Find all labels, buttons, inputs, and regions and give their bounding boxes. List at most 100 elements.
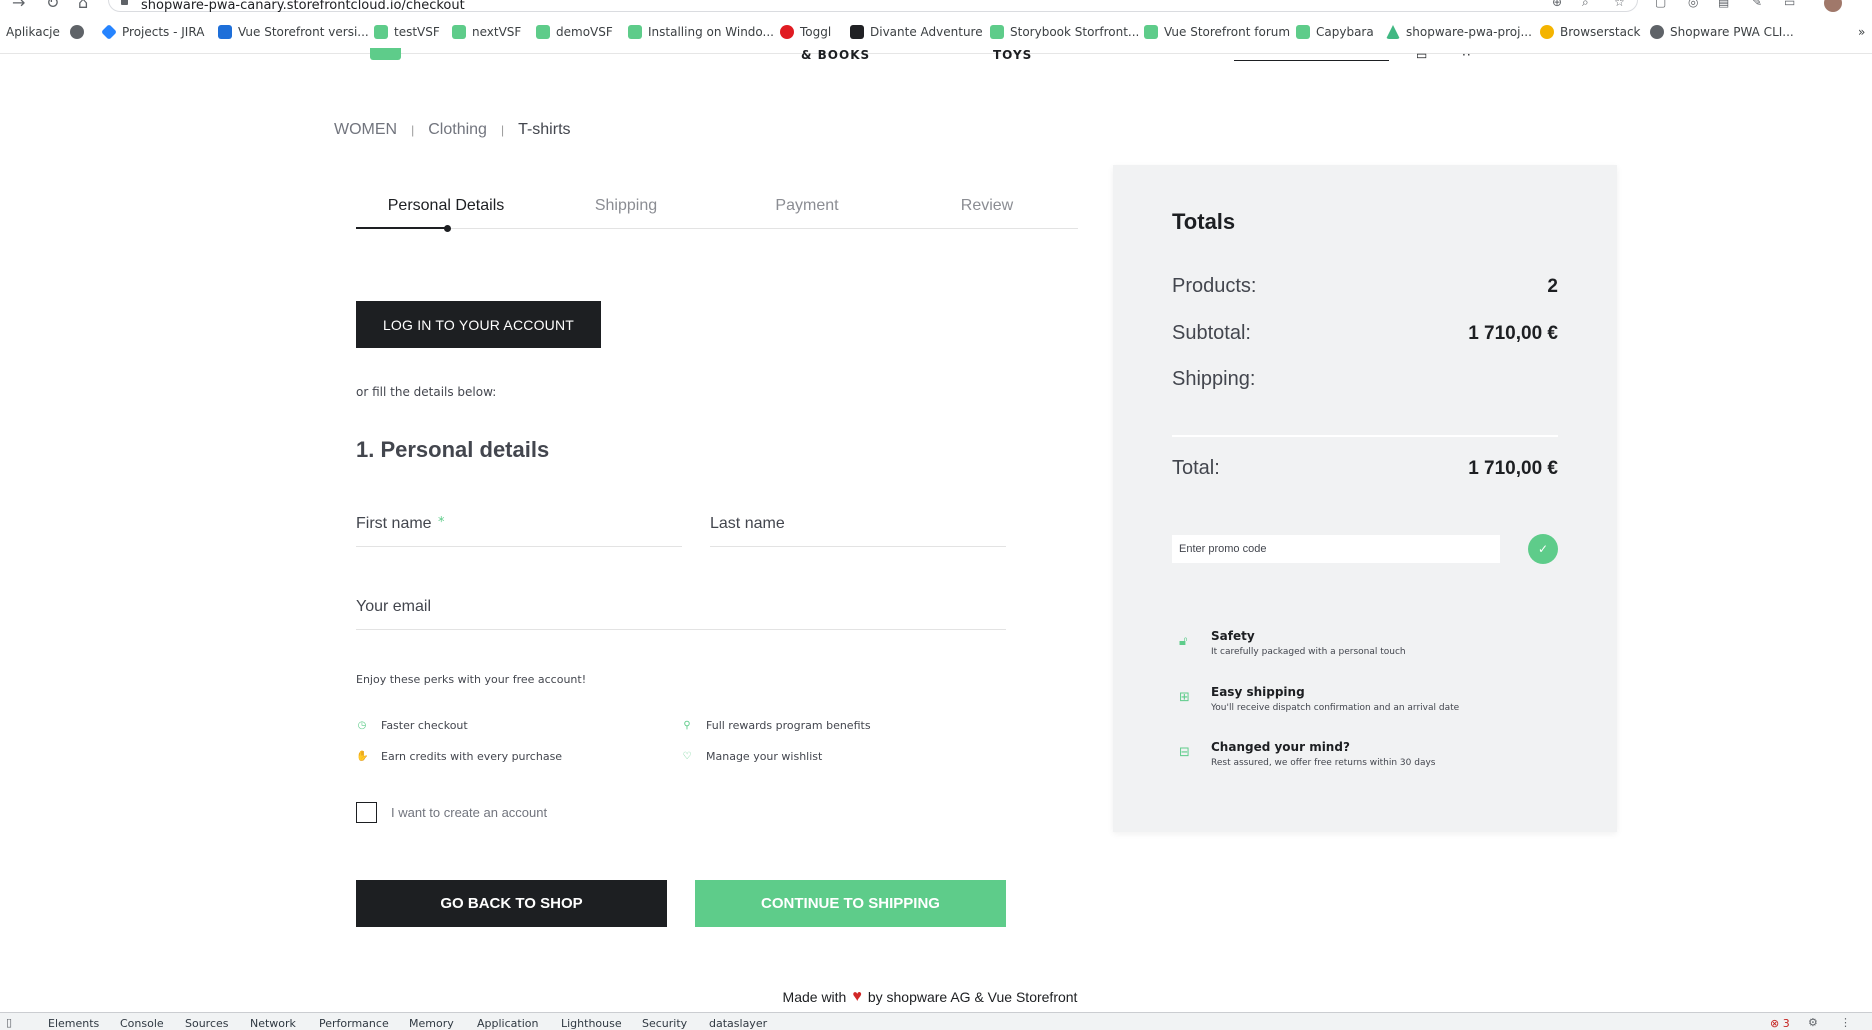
devtools-tab-network[interactable]: Network [250, 1017, 296, 1030]
more-icon[interactable]: ⋮ [1840, 1016, 1851, 1029]
heart-icon: ♥ [852, 988, 862, 1005]
continue-button[interactable]: CONTINUE TO SHIPPING [695, 880, 1006, 927]
email-input[interactable] [356, 590, 1006, 616]
settings-icon[interactable]: ⚙ [1808, 1016, 1818, 1029]
section-title: 1. Personal details [356, 437, 550, 462]
bookmark-label: Browserstack [1560, 25, 1641, 39]
bookmark-item[interactable]: testVSF [374, 25, 440, 39]
bookmark-item[interactable]: Installing on Windo... [628, 25, 774, 39]
nav-books[interactable]: & BOOKS [801, 48, 870, 62]
extension-icon[interactable]: ▭ [1784, 0, 1795, 9]
breadcrumb-women[interactable]: WOMEN [334, 121, 397, 139]
bookmark-item[interactable]: Divante Adventure [850, 25, 983, 39]
nav-toys[interactable]: TOYS [993, 48, 1032, 62]
bookmark-label: Projects - JIRA [122, 25, 205, 39]
bookmark-item[interactable]: Storybook Storfront... [990, 25, 1139, 39]
perk-label: Manage your wishlist [706, 750, 823, 763]
perks-title: Enjoy these perks with your free account… [356, 673, 587, 686]
bookmark-globe[interactable] [70, 25, 84, 39]
footer-credits: Made with ♥ by shopware AG & Vue Storefr… [0, 988, 1860, 1006]
perk-item: ◷ Faster checkout [356, 719, 468, 732]
check-icon: ✓ [1537, 542, 1549, 556]
devtools-tab-application[interactable]: Application [477, 1017, 538, 1030]
devtools-tabbar: ▯ Elements Console Sources Network Perfo… [0, 1012, 1872, 1030]
bookmark-item[interactable]: Toggl [780, 25, 831, 39]
devtools-tab-dataslayer[interactable]: dataslayer [709, 1017, 767, 1030]
bookmark-label: testVSF [394, 25, 440, 39]
cart-icon[interactable]: ·· [1462, 48, 1472, 62]
error-count-badge[interactable]: ⊗ 3 [1770, 1017, 1790, 1030]
devtools-tab-sources[interactable]: Sources [185, 1017, 229, 1030]
bookmark-item[interactable]: Capybara [1296, 25, 1374, 39]
profile-avatar[interactable] [1824, 0, 1842, 12]
clock-icon: ◷ [357, 720, 367, 731]
bookmark-item[interactable]: Shopware PWA CLI... [1650, 25, 1794, 39]
vsf-green-icon [1144, 25, 1158, 39]
extension-icon[interactable]: ✎ [1752, 0, 1762, 9]
divante-icon [850, 25, 864, 39]
home-icon[interactable]: ⌂ [78, 0, 88, 12]
perk-item: ✋ Earn credits with every purchase [356, 750, 562, 763]
reload-icon[interactable]: ↻ [46, 0, 59, 12]
property-description: You'll receive dispatch confirmation and… [1211, 703, 1460, 713]
bookmark-item[interactable]: Vue Storefront forum [1144, 25, 1290, 39]
go-back-button[interactable]: GO BACK TO SHOP [356, 880, 667, 927]
toggl-icon [780, 25, 794, 39]
star-icon[interactable]: ☆ [1614, 0, 1625, 9]
subtotal-row: Subtotal: 1 710,00 € [1172, 322, 1558, 345]
shipping-row: Shipping: [1172, 368, 1558, 391]
step-review[interactable]: Review [897, 197, 1077, 215]
last-name-input[interactable] [710, 507, 1006, 533]
devtools-tab-memory[interactable]: Memory [409, 1017, 454, 1030]
device-toggle-icon[interactable]: ▯ [6, 1016, 12, 1029]
bookmark-item[interactable]: shopware-pwa-proj... [1386, 25, 1532, 39]
bookmarks-overflow-icon[interactable]: » [1858, 25, 1865, 39]
promo-code-input[interactable] [1172, 535, 1500, 563]
property-shipping: ⊞ Easy shipping You'll receive dispatch … [1179, 685, 1459, 713]
products-label: Products: [1172, 275, 1257, 297]
bookmark-item[interactable]: Vue Storefront versi... [218, 25, 369, 39]
breadcrumb-separator: | [500, 123, 505, 137]
property-returns: ⊟ Changed your mind? Rest assured, we of… [1179, 740, 1436, 768]
first-name-field: * [356, 507, 682, 547]
zoom-icon[interactable]: ⌕ [1582, 0, 1589, 10]
devtools-tab-performance[interactable]: Performance [319, 1017, 389, 1030]
step-personal-details[interactable]: Personal Details [356, 197, 536, 215]
bookmark-label: Vue Storefront versi... [238, 25, 369, 39]
devtools-tab-lighthouse[interactable]: Lighthouse [561, 1017, 622, 1030]
bookmark-item[interactable]: Browserstack [1540, 25, 1640, 39]
devtools-tab-console[interactable]: Console [120, 1017, 164, 1030]
lock-icon [121, 0, 128, 5]
devtools-tab-security[interactable]: Security [642, 1017, 687, 1030]
shop-logo[interactable] [370, 48, 401, 60]
total-row: Total: 1 710,00 € [1172, 457, 1558, 480]
address-bar[interactable]: shopware-pwa-canary.storefrontcloud.io/c… [108, 0, 1638, 12]
bookmark-item[interactable]: demoVSF [536, 25, 613, 39]
required-mark: * [438, 515, 445, 530]
bookmark-label: Divante Adventure [870, 25, 983, 39]
apply-promo-button[interactable]: ✓ [1528, 534, 1558, 564]
bookmark-apps[interactable]: Aplikacje [6, 25, 60, 39]
step-shipping[interactable]: Shipping [536, 197, 716, 215]
bookmark-item[interactable]: Projects - JIRA [101, 24, 205, 40]
step-payment[interactable]: Payment [717, 197, 897, 215]
account-icon[interactable]: ▭ [1416, 48, 1428, 62]
breadcrumb-clothing[interactable]: Clothing [428, 121, 487, 139]
extension-icon[interactable]: ▤ [1718, 0, 1729, 9]
devtools-tab-elements[interactable]: Elements [48, 1017, 99, 1030]
install-icon[interactable]: ⊕ [1552, 0, 1562, 9]
create-account-option[interactable]: I want to create an account [356, 802, 547, 823]
create-account-label[interactable]: I want to create an account [391, 805, 547, 820]
bookmark-item[interactable]: nextVSF [452, 25, 521, 39]
email-field [356, 590, 1006, 630]
first-name-input[interactable] [356, 507, 682, 533]
create-account-checkbox[interactable] [356, 802, 377, 823]
perk-item: ♡ Manage your wishlist [681, 750, 823, 763]
storybook-icon [990, 25, 1004, 39]
footer-by: by shopware AG & Vue Storefront [867, 989, 1078, 1005]
extension-icon[interactable]: ◎ [1688, 0, 1698, 9]
breadcrumb-separator: | [411, 123, 415, 137]
login-button[interactable]: LOG IN TO YOUR ACCOUNT [356, 301, 601, 348]
extension-icon[interactable]: ▢ [1655, 0, 1666, 9]
forward-icon[interactable]: → [12, 0, 25, 12]
